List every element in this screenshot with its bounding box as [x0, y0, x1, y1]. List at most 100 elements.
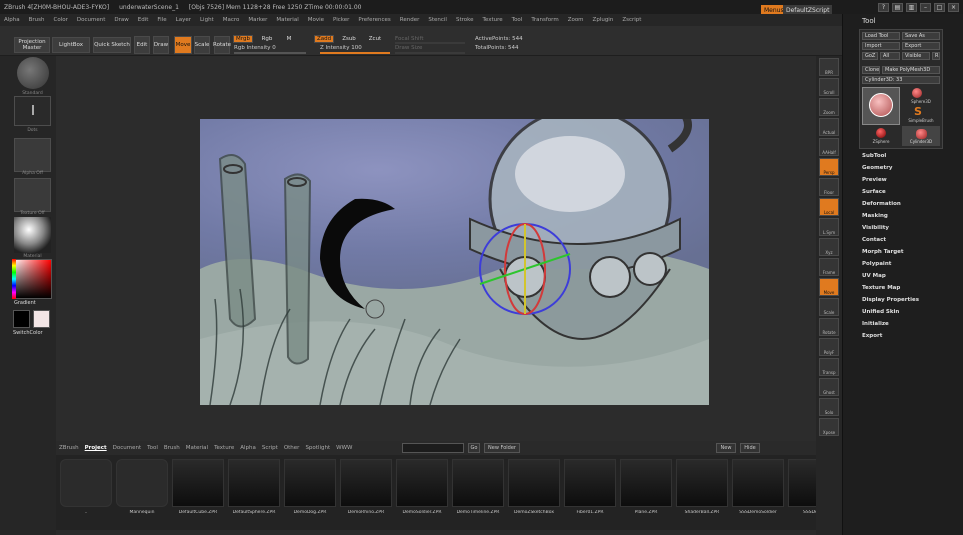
secondary-color-swatch[interactable]	[33, 310, 50, 328]
save-as-button[interactable]: Save As	[902, 32, 940, 40]
current-tool-slider[interactable]: Cylinder3D: 33	[862, 76, 940, 84]
menu-picker[interactable]: Picker	[333, 17, 349, 23]
alpha-off-slot[interactable]	[14, 138, 51, 172]
shelf-frame-button[interactable]: Frame	[819, 258, 839, 276]
menu-document[interactable]: Document	[77, 17, 106, 23]
file-item[interactable]: DefaultCube.ZPR	[172, 459, 224, 525]
shelf-xyz-button[interactable]: Xyz	[819, 238, 839, 256]
shelf-move-button[interactable]: Move	[819, 278, 839, 296]
menu-file[interactable]: File	[157, 17, 166, 23]
shelf-ghost-button[interactable]: Ghost	[819, 378, 839, 396]
tool-menu-geometry[interactable]: Geometry	[862, 165, 892, 171]
menu-stencil[interactable]: Stencil	[428, 17, 447, 23]
zadd-button[interactable]: Zadd	[314, 35, 334, 43]
menu-layer[interactable]: Layer	[176, 17, 191, 23]
projection-master-button[interactable]: Projection Master	[14, 37, 50, 53]
menu-brush[interactable]: Brush	[29, 17, 45, 23]
menu-draw[interactable]: Draw	[114, 17, 128, 23]
z-intensity-slider[interactable]	[320, 52, 390, 54]
layout-icon-2[interactable]: ▥	[906, 2, 917, 12]
shelf-xpose-button[interactable]: Xpose	[819, 418, 839, 436]
quick-sketch-button[interactable]: Quick Sketch	[93, 37, 131, 53]
browser-tab-project[interactable]: Project	[85, 445, 107, 451]
shelf-scroll-button[interactable]: Scroll	[819, 78, 839, 96]
visible-button[interactable]: Visible	[902, 52, 930, 60]
goz-button[interactable]: GoZ	[862, 52, 878, 60]
menu-color[interactable]: Color	[54, 17, 68, 23]
menu-zscript[interactable]: Zscript	[622, 17, 641, 23]
shelf-lsym-button[interactable]: L.Sym	[819, 218, 839, 236]
shelf-polyf-button[interactable]: PolyF	[819, 338, 839, 356]
file-item[interactable]: Plane.ZPR	[620, 459, 672, 525]
browser-tab-alpha[interactable]: Alpha	[240, 445, 256, 451]
tool-menu-display-properties[interactable]: Display Properties	[862, 297, 919, 303]
tool-menu-contact[interactable]: Contact	[862, 237, 886, 243]
menu-texture[interactable]: Texture	[483, 17, 503, 23]
menu-zoom[interactable]: Zoom	[568, 17, 584, 23]
menu-render[interactable]: Render	[400, 17, 420, 23]
tool-menu-visibility[interactable]: Visibility	[862, 225, 889, 231]
browser-tab-other[interactable]: Other	[284, 445, 300, 451]
tool-menu-texture-map[interactable]: Texture Map	[862, 285, 900, 291]
focal-shift-slider[interactable]	[395, 42, 465, 44]
rgb-intensity-slider[interactable]	[234, 52, 306, 54]
move-button[interactable]: Move	[174, 36, 192, 54]
path-input[interactable]	[402, 443, 464, 453]
new-button[interactable]: New	[716, 443, 736, 453]
tool-menu-deformation[interactable]: Deformation	[862, 201, 901, 207]
tool-menu-polypaint[interactable]: Polypaint	[862, 261, 891, 267]
texture-off-slot[interactable]	[14, 178, 51, 212]
tool-menu-morph-target[interactable]: Morph Target	[862, 249, 904, 255]
file-item[interactable]: DemoDog.ZPR	[284, 459, 336, 525]
load-tool-button[interactable]: Load Tool	[862, 32, 900, 40]
export-button[interactable]: Export	[902, 42, 940, 50]
menu-material[interactable]: Material	[276, 17, 298, 23]
tool-menu-uv-map[interactable]: UV Map	[862, 273, 886, 279]
sphere3d-icon[interactable]	[912, 88, 922, 98]
rotate-button[interactable]: Rotate	[213, 36, 231, 54]
make-polymesh-button[interactable]: Make PolyMesh3D	[882, 66, 940, 74]
clone-button[interactable]: Clone	[862, 66, 880, 74]
browser-tab-document[interactable]: Document	[113, 445, 142, 451]
scale-button[interactable]: Scale	[194, 36, 210, 54]
color-picker[interactable]	[12, 259, 52, 299]
m-button[interactable]: M	[284, 35, 294, 43]
tool-menu-unified-skin[interactable]: Unified Skin	[862, 309, 899, 315]
shelf-scale-button[interactable]: Scale	[819, 298, 839, 316]
shelf-floor-button[interactable]: Floor	[819, 178, 839, 196]
menu-preferences[interactable]: Preferences	[358, 17, 390, 23]
browser-tab-spotlight[interactable]: Spotlight	[305, 445, 330, 451]
help-icon[interactable]: ?	[878, 2, 889, 12]
rgb-button[interactable]: Rgb	[259, 35, 275, 43]
file-item[interactable]: SSSDemo	[788, 459, 816, 525]
file-item[interactable]: DefaultSphere.ZPR	[228, 459, 280, 525]
tool-menu-surface[interactable]: Surface	[862, 189, 886, 195]
tool-menu-initialize[interactable]: Initialize	[862, 321, 889, 327]
hue-bar[interactable]	[12, 259, 16, 299]
shelf-actual-button[interactable]: Actual	[819, 118, 839, 136]
menu-light[interactable]: Light	[200, 17, 214, 23]
hide-button[interactable]: Hide	[740, 443, 760, 453]
menu-movie[interactable]: Movie	[308, 17, 324, 23]
shelf-zoom-button[interactable]: Zoom	[819, 98, 839, 116]
file-item[interactable]: DemoRhino.ZPR	[340, 459, 392, 525]
file-item[interactable]: DemoZSketchBox	[508, 459, 560, 525]
menu-edit[interactable]: Edit	[138, 17, 149, 23]
file-item[interactable]: DemoTimeline.ZPR	[452, 459, 504, 525]
shelf-local-button[interactable]: Local	[819, 198, 839, 216]
browser-tab-script[interactable]: Script	[262, 445, 278, 451]
menu-zplugin[interactable]: Zplugin	[593, 17, 614, 23]
shelf-persp-button[interactable]: Persp	[819, 158, 839, 176]
draw-button[interactable]: Draw	[153, 36, 169, 54]
file-item[interactable]: DemoSoldier.ZPR	[396, 459, 448, 525]
menu-marker[interactable]: Marker	[248, 17, 267, 23]
zsub-button[interactable]: Zsub	[340, 35, 358, 43]
menu-stroke[interactable]: Stroke	[456, 17, 474, 23]
browser-tab-tool[interactable]: Tool	[147, 445, 158, 451]
standard-brush-icon[interactable]	[17, 57, 49, 89]
menu-transform[interactable]: Transform	[531, 17, 558, 23]
new-folder-button[interactable]: New Folder	[484, 443, 520, 453]
file-item[interactable]: ..	[60, 459, 112, 525]
stroke-dots-icon[interactable]	[14, 96, 51, 126]
menu-tool[interactable]: Tool	[512, 17, 523, 23]
